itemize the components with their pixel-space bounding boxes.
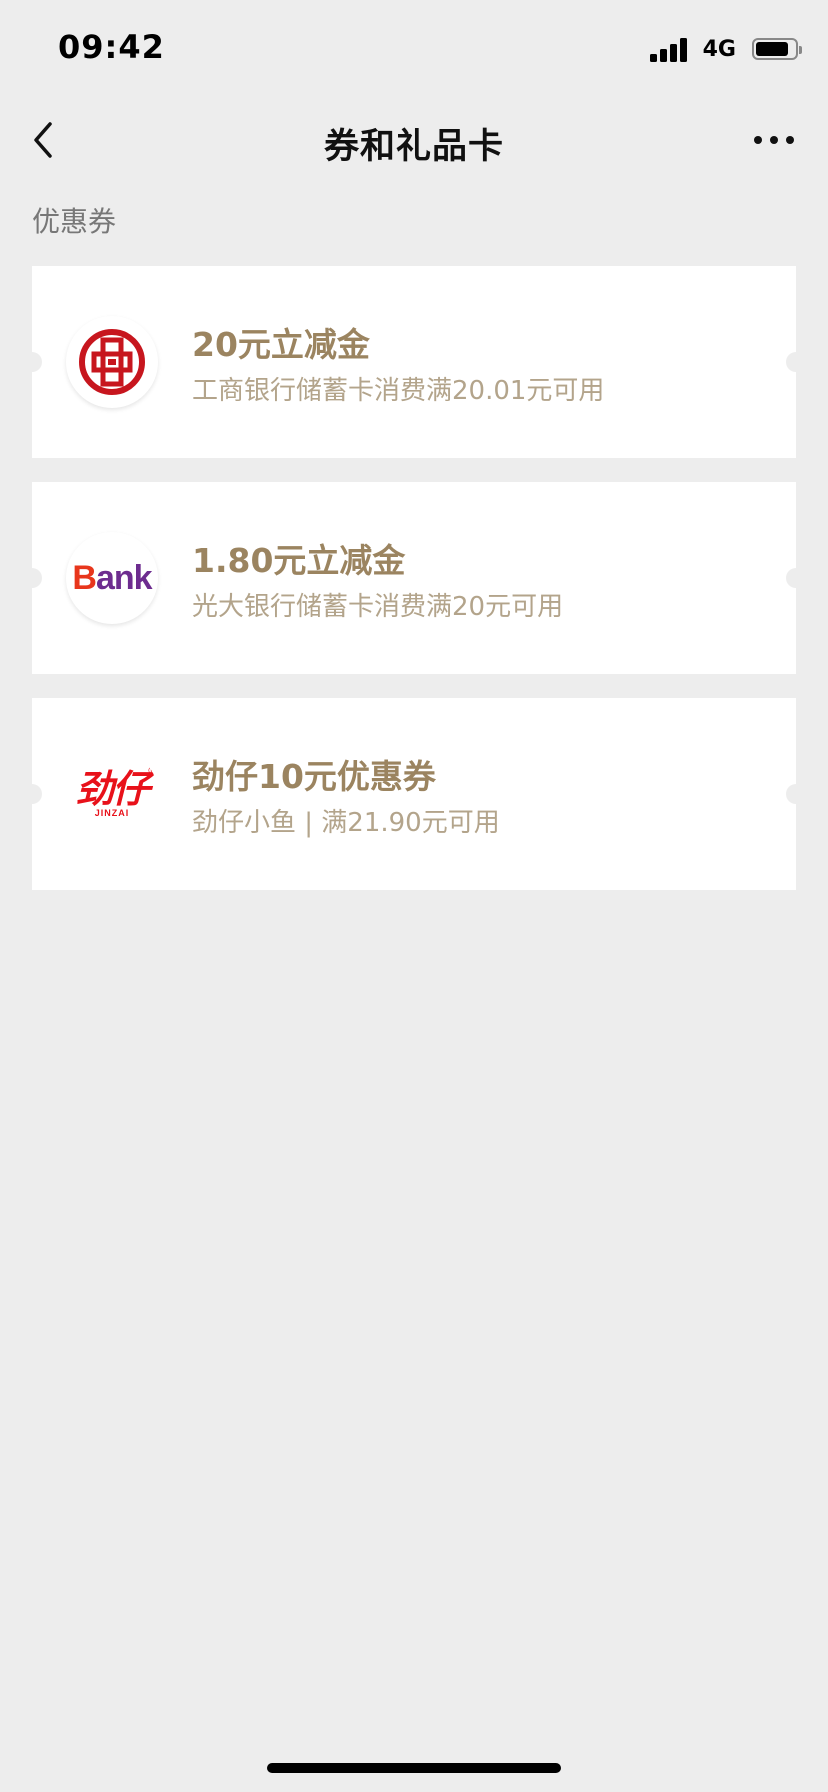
coupon-desc: 光大银行储蓄卡消费满20元可用: [192, 592, 564, 622]
card-notch-left: [22, 352, 42, 372]
card-notch-left: [22, 568, 42, 588]
coupon-desc: 工商银行储蓄卡消费满20.01元可用: [192, 376, 605, 406]
home-indicator[interactable]: [267, 1763, 561, 1773]
section-label: 优惠券: [32, 205, 117, 238]
coupon-title: 1.80元立减金: [192, 541, 406, 580]
coupon-card-everbright[interactable]: Bank 1.80元立减金 光大银行储蓄卡消费满20元可用: [22, 482, 806, 674]
battery-cap: [799, 46, 802, 54]
card-notch-right: [786, 784, 806, 804]
network-label: 4G: [702, 36, 736, 62]
status-time: 09:42: [58, 28, 165, 66]
coupon-logo: Bank: [66, 532, 158, 624]
status-indicators: 4G: [649, 34, 802, 64]
battery-fill: [756, 42, 788, 56]
coupon-title: 20元立减金: [192, 325, 370, 364]
bank-logo-rest: ank: [95, 558, 153, 597]
coupon-card-icbc[interactable]: 20元立减金 工商银行储蓄卡消费满20.01元可用: [22, 266, 806, 458]
bank-logo-letter: B: [72, 558, 97, 597]
page-title: 券和礼品卡: [323, 127, 504, 167]
coupon-desc: 劲仔小鱼 | 满21.90元可用: [192, 808, 500, 838]
card-notch-right: [786, 568, 806, 588]
coupon-title: 劲仔10元优惠券: [192, 757, 436, 796]
jinzai-logo-en: JINZAI: [94, 808, 130, 818]
coupon-list: 20元立减金 工商银行储蓄卡消费满20.01元可用 Bank 1.80元立减金 …: [22, 266, 806, 914]
more-dots-icon: [754, 136, 794, 144]
jinzai-logo-icon: ® 劲仔 JINZAI: [75, 764, 158, 818]
jinzai-logo-cn: 劲仔: [75, 767, 150, 811]
icbc-logo-icon: [79, 329, 145, 395]
card-notch-right: [786, 352, 806, 372]
registered-mark: ®: [147, 764, 158, 777]
card-notch-left: [22, 784, 42, 804]
more-button[interactable]: [750, 118, 798, 162]
coupon-card-jinzai[interactable]: ® 劲仔 JINZAI 劲仔10元优惠券 劲仔小鱼 | 满21.90元可用: [22, 698, 806, 890]
coupon-logo: [66, 316, 158, 408]
status-bar: 09:42 4G: [0, 0, 828, 96]
nav-bar: 券和礼品卡: [0, 96, 828, 184]
bank-logo-icon: Bank: [72, 558, 153, 598]
coupon-logo: ® 劲仔 JINZAI: [66, 748, 158, 840]
battery-icon: [752, 38, 802, 60]
signal-icon: [649, 36, 687, 62]
